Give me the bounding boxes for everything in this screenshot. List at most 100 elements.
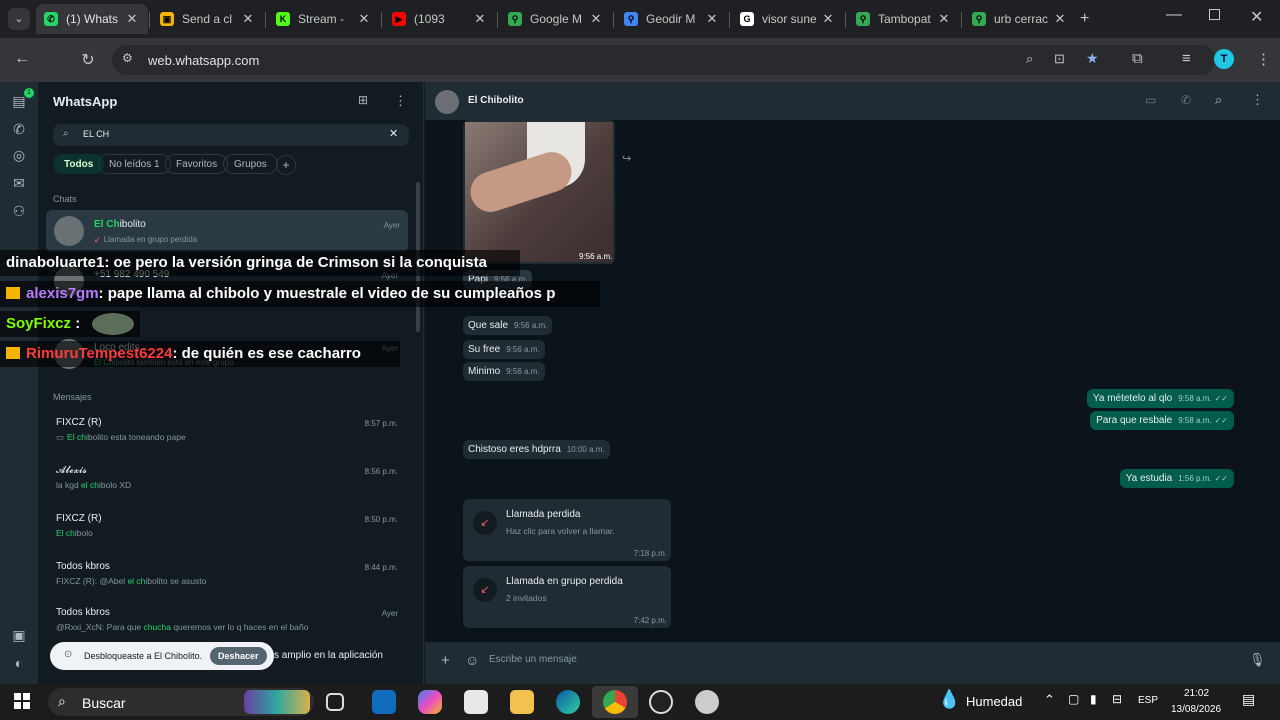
tab-6[interactable]: Gvisor sune ✕ [732, 4, 844, 34]
media-controls-icon[interactable]: ≡ [1182, 50, 1191, 67]
app-icon[interactable] [695, 690, 719, 714]
tab-close-icon[interactable]: ✕ [240, 11, 256, 27]
mic-icon[interactable]: 🎙 [1249, 652, 1266, 668]
taskbar-search[interactable]: ⌕ Buscar [48, 688, 314, 716]
filter-pill[interactable]: Grupos [223, 154, 278, 174]
tab-2[interactable]: K Stream - ✕ [268, 4, 380, 34]
message-result-row[interactable]: FIXCZ (R) El chibolo 8:50 p.m. [38, 508, 424, 548]
close-window-icon[interactable]: ✕ [1250, 7, 1263, 27]
tab-close-icon[interactable]: ✕ [124, 11, 140, 27]
network-icon[interactable]: ⊟ [1112, 692, 1122, 706]
obs-icon[interactable] [649, 690, 673, 714]
communities-icon[interactable]: ⚇ [10, 202, 28, 220]
language-indicator[interactable]: ESP [1138, 695, 1158, 706]
tab-close-icon[interactable]: ✕ [704, 11, 720, 27]
tab-5[interactable]: ⚲ Geodir M ✕ [616, 4, 728, 34]
video-call-icon[interactable]: ▭ [1145, 93, 1156, 107]
back-icon[interactable]: ← [12, 50, 32, 68]
tab-8[interactable]: ⚲ urb cerrac ✕ [964, 4, 1076, 34]
message-input[interactable]: Escribe un mensaje [489, 654, 577, 665]
tab-4[interactable]: ⚲ Google M ✕ [500, 4, 612, 34]
notifications-icon[interactable]: ▤ [1242, 691, 1255, 708]
chat-row[interactable]: El Chibolito ↙ Llamada en grupo perdida Aye… [46, 210, 408, 252]
message-result-row[interactable]: FIXCZ (R) ▭ El chibolito esta toneando pap… [38, 412, 424, 452]
tab-7[interactable]: ⚲ Tambopat ✕ [848, 4, 960, 34]
contact-name[interactable]: El Chibolito [468, 95, 524, 106]
extensions-icon[interactable]: ⧉ [1132, 50, 1143, 67]
start-icon[interactable] [14, 693, 30, 709]
new-chat-icon[interactable]: ⊞ [358, 93, 368, 107]
profile-photo-icon[interactable]: ◐ [10, 654, 28, 672]
call-card[interactable]: ↙ Llamada perdida Haz clic para volver a l… [463, 499, 671, 561]
channels-icon[interactable]: ✉ [10, 174, 28, 192]
chat-search-icon[interactable]: ⌕ [1215, 92, 1222, 108]
chrome-icon[interactable] [603, 690, 627, 714]
tray-chevron-icon[interactable]: ⌃ [1044, 692, 1055, 708]
incoming-message[interactable]: Su free 9:56 a.m. [463, 340, 545, 359]
site-info-icon[interactable]: ⚙ [122, 51, 133, 65]
address-bar[interactable]: ⚙ web.whatsapp.com ⌕ ⊡ ★ [112, 45, 1216, 75]
menu-icon[interactable]: ⋮ [394, 93, 407, 109]
add-filter-icon[interactable]: + [276, 155, 296, 175]
call-card[interactable]: ↙ Llamada en grupo perdida 2 invitados 7:42… [463, 566, 671, 628]
tab-close-icon[interactable]: ✕ [936, 11, 952, 27]
maximize-icon[interactable] [1209, 9, 1220, 20]
tab-close-icon[interactable]: ✕ [472, 11, 488, 27]
incoming-message[interactable]: Que sale 9:56 a.m. [463, 316, 553, 335]
edge-icon[interactable] [556, 690, 580, 714]
message-result-row[interactable]: Todos kbros @Rxxi_XcN: Para que chucha qu… [38, 602, 424, 642]
filter-pill[interactable]: Todos [53, 154, 105, 174]
result-name: Todos kbros [56, 607, 110, 618]
forward-icon[interactable]: ↪ [622, 152, 631, 165]
tab-1[interactable]: ▣ Send a cl ✕ [152, 4, 264, 34]
reload-icon[interactable]: ↻ [78, 50, 98, 70]
tab-close-icon[interactable]: ✕ [588, 11, 604, 27]
clear-search-icon[interactable]: ✕ [389, 127, 398, 140]
calls-icon[interactable]: ✆ [10, 120, 28, 138]
voice-call-icon[interactable]: ✆ [1181, 93, 1191, 107]
chat-menu-icon[interactable]: ⋮ [1251, 92, 1264, 108]
photo-message[interactable]: 9:56 a.m. [463, 120, 615, 264]
tab-0[interactable]: ✆ (1) Whats ✕ [36, 4, 148, 34]
status-icon[interactable]: ◎ [10, 146, 28, 164]
copilot-icon[interactable] [418, 690, 442, 714]
search-box[interactable]: ⌕ EL CH ✕ [53, 124, 409, 146]
message-result-row[interactable]: 𝓐𝓵𝓮𝔁𝓲𝓼 la kgd el chibolo XD 8:56 p.m. [38, 460, 424, 500]
incoming-message[interactable]: Minimo 9:56 a.m. [463, 362, 545, 381]
emoji-icon[interactable]: ☺ [465, 652, 479, 668]
file-explorer-icon[interactable] [510, 690, 534, 714]
filter-pill[interactable]: No leídos 1 [98, 154, 171, 174]
outgoing-message[interactable]: Ya métetelo al qlo 9:58 a.m. ✓✓ [1086, 389, 1234, 408]
tab-search-button[interactable]: ⌄ [8, 8, 30, 30]
snippet-rest: ibolo XD [99, 480, 132, 490]
tab-close-icon[interactable]: ✕ [356, 11, 372, 27]
minimize-icon[interactable]: — [1166, 6, 1182, 24]
browser-menu-icon[interactable]: ⋮ [1256, 50, 1271, 68]
contact-avatar[interactable] [435, 90, 459, 114]
bookmark-star-icon[interactable]: ★ [1086, 50, 1099, 67]
tray-icon[interactable]: ▢ [1068, 692, 1079, 706]
media-icon[interactable]: ▣ [10, 626, 28, 644]
tab-3[interactable]: ▶ (1093 ✕ [384, 4, 496, 34]
store-icon[interactable] [464, 690, 488, 714]
outgoing-message[interactable]: Ya estudia 1:56 p.m. ✓✓ [1119, 469, 1234, 488]
clock-time[interactable]: 21:02 [1184, 688, 1209, 699]
filter-pill[interactable]: Favoritos [165, 154, 229, 174]
clock-date[interactable]: 13/08/2026 [1171, 704, 1221, 715]
tab-close-icon[interactable]: ✕ [820, 11, 836, 27]
outgoing-message[interactable]: Para que resbale 9:58 a.m. ✓✓ [1090, 411, 1234, 430]
new-tab-icon[interactable]: + [1080, 10, 1089, 28]
incoming-message[interactable]: Chistoso eres hdprra 10:00 a.m. [463, 440, 610, 459]
profile-avatar[interactable]: T [1214, 49, 1234, 69]
message-time: 9:58 a.m. [1178, 394, 1212, 403]
tab-close-icon[interactable]: ✕ [1052, 11, 1068, 27]
attach-icon[interactable]: + [441, 652, 450, 669]
outlook-icon[interactable] [372, 690, 396, 714]
task-view-icon[interactable] [326, 693, 344, 711]
undo-button[interactable]: Deshacer [210, 647, 267, 665]
zoom-icon[interactable]: ⌕ [1026, 51, 1033, 67]
search-input[interactable]: EL CH [83, 129, 109, 139]
message-result-row[interactable]: Todos kbros FIXCZ (R): @Abel el chibolito… [38, 556, 424, 596]
mic-tray-icon[interactable]: ▮ [1090, 692, 1097, 706]
install-app-icon[interactable]: ⊡ [1054, 51, 1065, 67]
